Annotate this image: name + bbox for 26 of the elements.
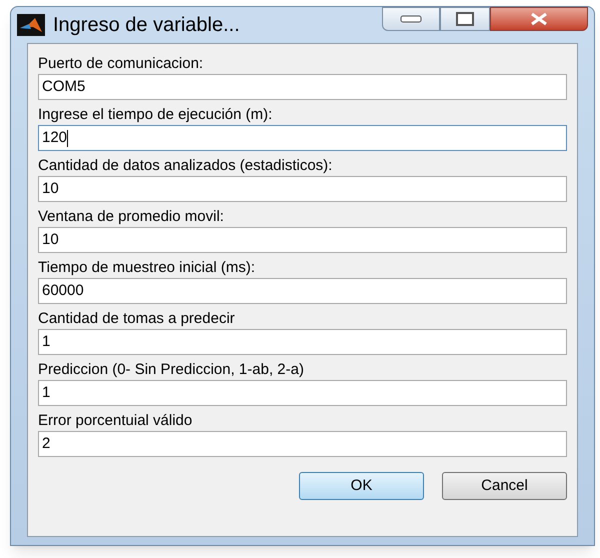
field-label: Error porcentuial válido [38,411,194,431]
close-icon [529,12,549,26]
minimize-icon [400,15,422,23]
input-field[interactable]: 10 [38,176,567,202]
input-field[interactable]: 60000 [38,278,567,304]
minimize-button[interactable] [382,7,440,31]
field-label: Ingrese el tiempo de ejecución (m): [38,105,274,125]
input-field[interactable]: 1 [38,329,567,355]
app-logo-icon [17,14,45,36]
input-field[interactable]: 120 [38,125,567,151]
field-label: Cantidad de datos analizados (estadisticos): [38,156,334,176]
close-button[interactable] [490,7,588,31]
field-label: Ventana de promedio movil: [38,207,225,227]
dialog-button[interactable]: OK [299,472,424,500]
maximize-icon [456,12,474,26]
window-title: Ingreso de variable... [53,13,240,38]
input-field[interactable]: COM5 [38,74,567,100]
maximize-button[interactable] [440,7,490,31]
field-label: Tiempo de muestreo inicial (ms): [38,258,256,278]
field-label: Prediccion (0- Sin Prediccion, 1-ab, 2-a) [38,360,305,380]
field-label: Cantidad de tomas a predecir [38,309,236,329]
input-field[interactable]: 1 [38,380,567,406]
dialog-button[interactable]: Cancel [442,472,567,500]
input-field[interactable]: 10 [38,227,567,253]
input-field[interactable]: 2 [38,431,567,457]
field-label: Puerto de comunicacion: [38,54,204,74]
